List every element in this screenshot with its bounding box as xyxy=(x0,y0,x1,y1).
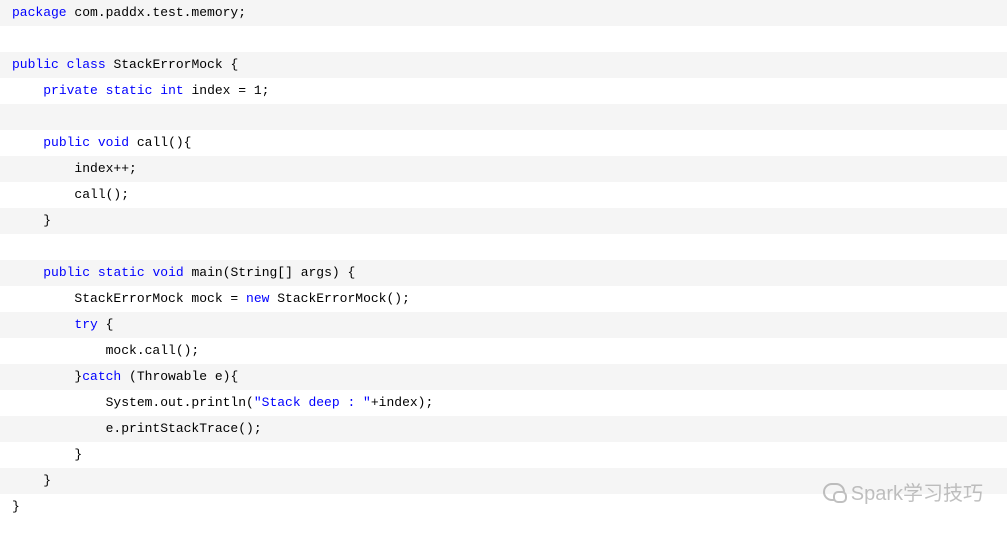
code-token: mock.call(); xyxy=(12,343,199,358)
code-token: StackErrorMock(); xyxy=(269,291,409,306)
code-token: package xyxy=(12,5,67,20)
code-token: new xyxy=(246,291,269,306)
code-token: } xyxy=(12,447,82,462)
code-line: } xyxy=(0,208,1007,234)
code-token: index++; xyxy=(12,161,137,176)
code-token: { xyxy=(98,317,114,332)
code-line: package com.paddx.test.memory; xyxy=(0,0,1007,26)
code-token: void xyxy=(98,135,129,150)
code-token: StackErrorMock { xyxy=(106,57,239,72)
code-line: e.printStackTrace(); xyxy=(0,416,1007,442)
code-token: e.printStackTrace(); xyxy=(12,421,262,436)
code-line: System.out.println("Stack deep : "+index… xyxy=(0,390,1007,416)
code-token: +index); xyxy=(371,395,433,410)
code-token: public xyxy=(43,135,90,150)
code-token: private xyxy=(43,83,98,98)
code-token: call(); xyxy=(12,187,129,202)
code-token xyxy=(12,317,74,332)
code-line: call(); xyxy=(0,182,1007,208)
code-token: StackErrorMock mock = xyxy=(12,291,246,306)
code-line: StackErrorMock mock = new StackErrorMock… xyxy=(0,286,1007,312)
watermark: Spark学习技巧 xyxy=(823,477,983,506)
code-line: try { xyxy=(0,312,1007,338)
code-token: } xyxy=(12,499,20,514)
code-token xyxy=(12,135,43,150)
code-token: } xyxy=(12,369,82,384)
code-token xyxy=(12,265,43,280)
code-token: catch xyxy=(82,369,121,384)
code-token: (Throwable e){ xyxy=(121,369,238,384)
code-line: private static int index = 1; xyxy=(0,78,1007,104)
code-token: int xyxy=(160,83,183,98)
code-token xyxy=(98,83,106,98)
code-line xyxy=(0,104,1007,130)
code-token: static xyxy=(98,265,145,280)
code-token: System.out.println( xyxy=(12,395,254,410)
code-token: main(String[] args) { xyxy=(184,265,356,280)
code-token: com.paddx.test.memory; xyxy=(67,5,246,20)
code-token: public xyxy=(12,57,59,72)
code-token: class xyxy=(67,57,106,72)
code-token xyxy=(90,135,98,150)
code-token: try xyxy=(74,317,97,332)
code-token: } xyxy=(12,473,51,488)
code-block: package com.paddx.test.memory; public cla… xyxy=(0,0,1007,520)
code-token: index = 1; xyxy=(184,83,270,98)
code-line: mock.call(); xyxy=(0,338,1007,364)
code-line: } xyxy=(0,442,1007,468)
code-line xyxy=(0,26,1007,52)
code-token xyxy=(59,57,67,72)
code-line: public void call(){ xyxy=(0,130,1007,156)
code-token xyxy=(12,83,43,98)
code-token: call(){ xyxy=(129,135,191,150)
code-token xyxy=(90,265,98,280)
code-token: public xyxy=(43,265,90,280)
code-token: static xyxy=(106,83,153,98)
code-token: void xyxy=(152,265,183,280)
code-line: }catch (Throwable e){ xyxy=(0,364,1007,390)
watermark-text: Spark学习技巧 xyxy=(851,477,983,506)
code-line: public static void main(String[] args) { xyxy=(0,260,1007,286)
code-line: index++; xyxy=(0,156,1007,182)
code-line xyxy=(0,234,1007,260)
wechat-icon xyxy=(823,483,845,501)
code-line: public class StackErrorMock { xyxy=(0,52,1007,78)
code-token: "Stack deep : " xyxy=(254,395,371,410)
code-token: } xyxy=(12,213,51,228)
